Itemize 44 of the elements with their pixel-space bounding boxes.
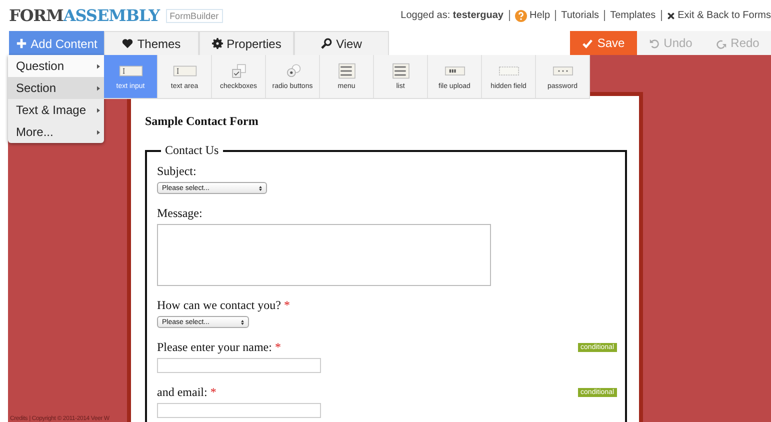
field-label: Please enter your name: bbox=[157, 340, 272, 355]
field-label: Message: bbox=[157, 206, 202, 221]
tab[interactable]: Properties bbox=[199, 31, 294, 55]
submenu-arrow-icon bbox=[97, 130, 100, 134]
submenu-arrow-icon bbox=[97, 64, 100, 68]
help-icon bbox=[514, 10, 526, 22]
header-link[interactable]: Templates bbox=[610, 10, 656, 21]
text-field[interactable] bbox=[157, 403, 321, 418]
tab[interactable]: View bbox=[294, 31, 389, 55]
dropdown-option[interactable]: Section bbox=[8, 77, 104, 99]
field-icon bbox=[116, 63, 144, 79]
field-label: How can we contact you? bbox=[157, 298, 281, 313]
updown-arrow-icon bbox=[259, 186, 262, 190]
header-link[interactable]: Exit & Back to Forms bbox=[678, 10, 771, 21]
submenu-arrow-icon bbox=[97, 86, 100, 90]
header-link[interactable]: Help bbox=[530, 10, 550, 21]
updown-arrow-icon bbox=[241, 320, 244, 324]
gear-icon bbox=[212, 38, 223, 49]
required-mark: * bbox=[274, 340, 281, 355]
search-icon bbox=[321, 38, 332, 49]
logo: FORMASSEMBLY bbox=[9, 6, 160, 25]
required-mark: * bbox=[210, 385, 216, 400]
close-icon bbox=[666, 12, 675, 20]
heart-icon bbox=[122, 38, 134, 49]
undo-icon bbox=[648, 38, 660, 48]
text-field[interactable] bbox=[157, 358, 321, 373]
tab[interactable]: Themes bbox=[104, 31, 199, 55]
section-legend: Contact Us bbox=[161, 143, 223, 158]
field-label: and email: bbox=[157, 385, 208, 400]
header-link[interactable]: Tutorials bbox=[561, 10, 600, 21]
check-icon bbox=[582, 38, 594, 48]
required-mark: * bbox=[284, 298, 290, 313]
dropdown-option[interactable]: Text & Image bbox=[8, 99, 104, 121]
dropdown-option[interactable]: More... bbox=[8, 121, 104, 143]
field-label: Subject: bbox=[157, 164, 196, 179]
dropdown-option[interactable]: Question bbox=[8, 55, 104, 77]
field-icon bbox=[170, 63, 198, 79]
logged-as-text: Logged as: testerguay bbox=[400, 10, 504, 21]
product-label: FormBuilder bbox=[166, 8, 223, 22]
redo-icon bbox=[716, 38, 727, 48]
submenu-arrow-icon bbox=[97, 108, 100, 112]
textarea-field[interactable] bbox=[157, 224, 491, 286]
form-title: Sample Contact Form bbox=[145, 114, 260, 129]
plus-icon bbox=[16, 38, 27, 49]
